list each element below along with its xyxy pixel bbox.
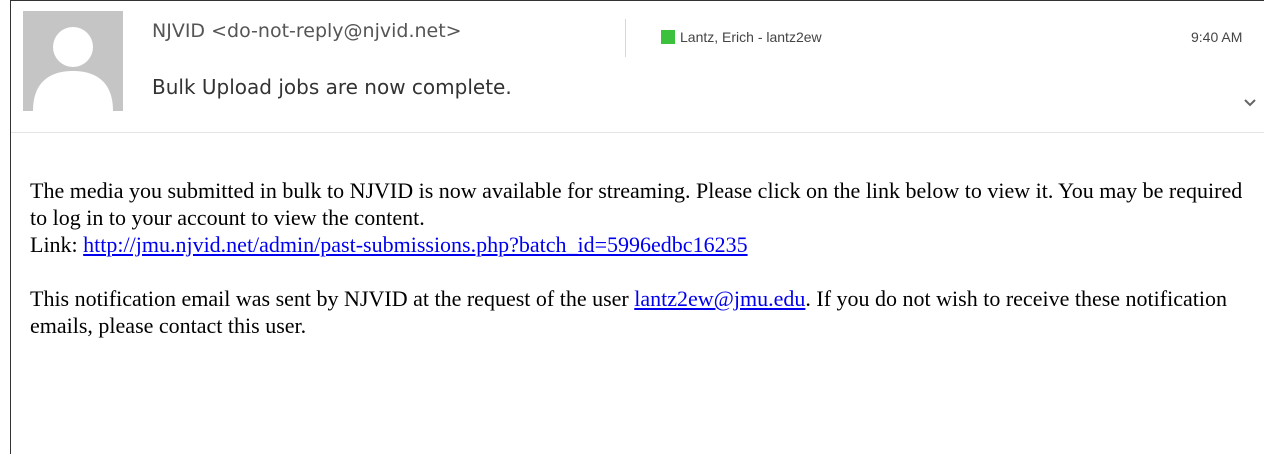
body-text-2a: This notification email was sent by NJVI… — [30, 286, 635, 311]
recipient-name[interactable]: Lantz, Erich - lantz2ew — [680, 29, 822, 45]
header-divider — [625, 19, 626, 57]
received-time: 9:40 AM — [1191, 29, 1243, 45]
recipient-color-swatch — [661, 30, 675, 44]
sender-avatar[interactable] — [23, 11, 123, 111]
person-silhouette-icon — [33, 27, 113, 111]
email-subject: Bulk Upload jobs are now complete. — [152, 75, 512, 99]
body-paragraph-2: This notification email was sent by NJVI… — [30, 285, 1250, 339]
email-body: The media you submitted in bulk to NJVID… — [30, 177, 1250, 366]
link-label: Link: — [30, 232, 84, 257]
email-reading-pane: NJVID <do-not-reply@njvid.net> Lantz, Er… — [10, 0, 1264, 454]
user-email-link[interactable]: lantz2ew@jmu.edu — [634, 286, 805, 311]
email-header: NJVID <do-not-reply@njvid.net> Lantz, Er… — [11, 1, 1264, 132]
chevron-down-icon[interactable] — [1239, 91, 1261, 113]
submission-link[interactable]: http://jmu.njvid.net/admin/past-submissi… — [83, 232, 747, 257]
sender-name[interactable]: NJVID <do-not-reply@njvid.net> — [152, 20, 462, 42]
body-text-1: The media you submitted in bulk to NJVID… — [30, 178, 1243, 230]
header-separator — [11, 132, 1264, 133]
body-paragraph-1: The media you submitted in bulk to NJVID… — [30, 177, 1250, 258]
recipient[interactable]: Lantz, Erich - lantz2ew — [661, 29, 822, 45]
